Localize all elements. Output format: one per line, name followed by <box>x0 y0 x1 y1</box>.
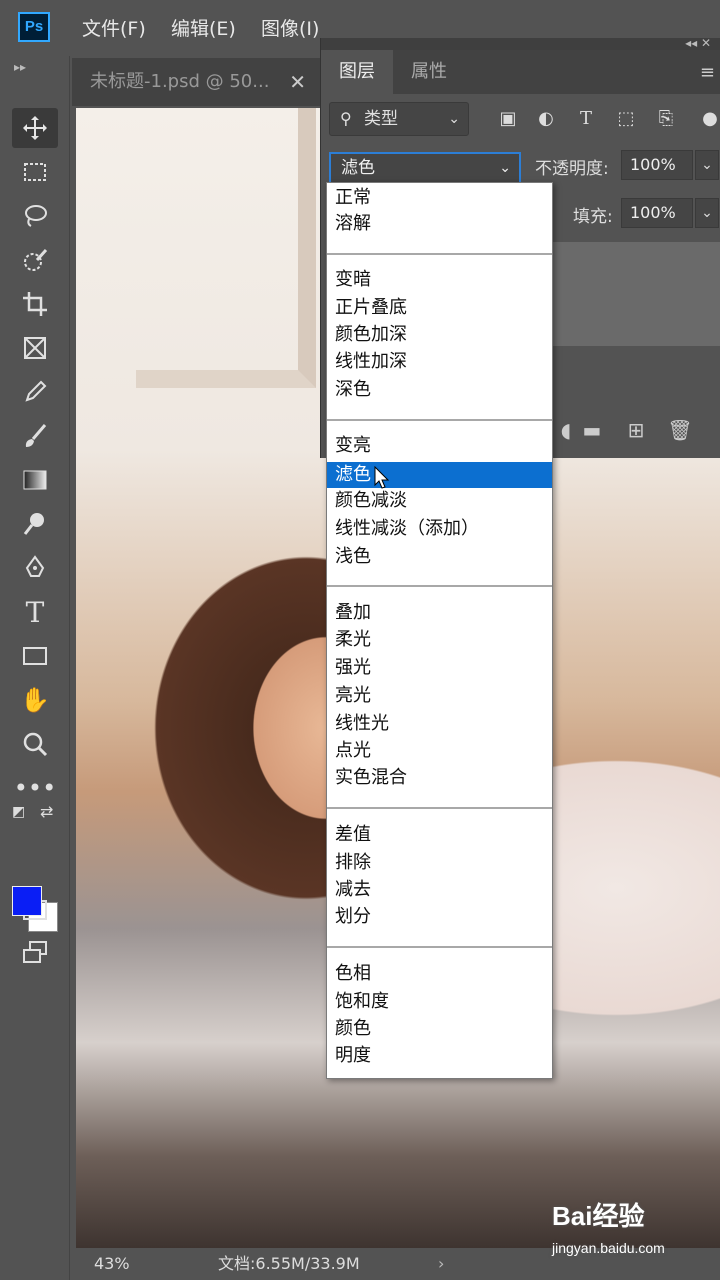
blend-option-luminosity[interactable]: 明度 <box>327 1043 552 1069</box>
dropdown-separator <box>327 419 552 421</box>
eyedropper-icon[interactable] <box>12 372 58 412</box>
tab-properties[interactable]: 属性 <box>393 50 465 94</box>
blend-option-saturation[interactable]: 饱和度 <box>327 989 552 1015</box>
type-icon[interactable]: T <box>12 592 58 632</box>
fill-input[interactable]: 100% <box>621 198 693 228</box>
layer-filter-select[interactable]: ⚲ 类型 ⌄ <box>329 102 469 136</box>
move-icon[interactable] <box>12 108 58 148</box>
marquee-icon[interactable] <box>12 152 58 192</box>
blend-option-linear-burn[interactable]: 线性加深 <box>327 349 552 375</box>
fill-chevron-icon[interactable]: ⌄ <box>695 198 719 228</box>
screen-mode-icon[interactable] <box>12 932 58 972</box>
zoom-icon[interactable] <box>12 724 58 764</box>
tab-layers[interactable]: 图层 <box>321 50 393 94</box>
filter-toggle-icon[interactable]: ● <box>697 108 720 132</box>
blend-option-lighten[interactable]: 变亮 <box>327 433 552 459</box>
menu-edit[interactable]: 编辑(E) <box>171 14 236 41</box>
hand-icon[interactable]: ✋ <box>12 680 58 720</box>
chevron-down-icon: ⌄ <box>448 111 460 127</box>
lasso-icon[interactable] <box>12 196 58 236</box>
image-filter-icon[interactable]: ▣ <box>495 108 521 132</box>
blend-option-soft-light[interactable]: 柔光 <box>327 627 552 653</box>
layer-row[interactable] <box>553 242 720 346</box>
zoom-level[interactable]: 43% <box>94 1248 130 1280</box>
menu-image[interactable]: 图像(I) <box>261 14 319 41</box>
quick-select-icon[interactable] <box>12 240 58 280</box>
dropdown-separator <box>327 253 552 255</box>
default-colors-icon[interactable]: ◩ <box>12 804 25 820</box>
document-tab-title: 未标题-1.psd @ 50... <box>90 71 270 92</box>
document-info: 文档:6.55M/33.9M <box>218 1254 360 1273</box>
panel-title-bar: ◂◂ ✕ <box>321 36 720 50</box>
swap-colors-icon[interactable]: ⇄ <box>40 802 53 821</box>
photo-window-frame <box>136 108 316 388</box>
blend-option-dissolve[interactable]: 溶解 <box>327 211 552 237</box>
menu-file[interactable]: 文件(F) <box>82 14 146 41</box>
opacity-chevron-icon[interactable]: ⌄ <box>695 150 719 180</box>
chevron-right-icon[interactable]: › <box>438 1248 444 1280</box>
folder-icon[interactable]: ▬ <box>579 418 605 444</box>
trash-icon[interactable]: 🗑 <box>667 418 693 444</box>
blend-option-subtract[interactable]: 减去 <box>327 877 552 903</box>
collapse-toolbar-icon[interactable]: ▸▸ <box>14 60 26 74</box>
blend-option-divide[interactable]: 划分 <box>327 904 552 930</box>
type-filter-icon[interactable]: T <box>573 108 599 132</box>
foreground-color-swatch[interactable] <box>12 886 42 916</box>
blend-option-screen[interactable]: 滤色 <box>327 462 552 488</box>
blend-option-multiply[interactable]: 正片叠底 <box>327 295 552 321</box>
blend-option-hard-mix[interactable]: 实色混合 <box>327 765 552 791</box>
layers-footer: ◖ ▬ ⊞ 🗑 <box>553 414 720 450</box>
search-icon: ⚲ <box>340 109 352 128</box>
fill-label: 填充: <box>573 207 613 227</box>
blend-option-difference[interactable]: 差值 <box>327 822 552 848</box>
blend-option-lighter-color[interactable]: 浅色 <box>327 544 552 570</box>
blend-option-exclusion[interactable]: 排除 <box>327 850 552 876</box>
blend-mode-dropdown: 正常 溶解 变暗 正片叠底 颜色加深 线性加深 深色 变亮 滤色 颜色减淡 线性… <box>326 182 553 1079</box>
gradient-icon[interactable] <box>12 460 58 500</box>
blend-option-overlay[interactable]: 叠加 <box>327 600 552 626</box>
blend-option-color-burn[interactable]: 颜色加深 <box>327 322 552 348</box>
close-icon[interactable]: ✕ <box>289 58 306 106</box>
opacity-input[interactable]: 100% <box>621 150 693 180</box>
blend-mode-value: 滤色 <box>341 158 375 178</box>
blend-option-linear-dodge[interactable]: 线性减淡（添加） <box>327 516 552 542</box>
new-layer-icon[interactable]: ⊞ <box>623 418 649 444</box>
blend-option-color[interactable]: 颜色 <box>327 1016 552 1042</box>
brush-icon[interactable] <box>12 416 58 456</box>
chevron-down-icon: ⌄ <box>499 160 511 176</box>
blend-option-darken[interactable]: 变暗 <box>327 267 552 293</box>
crop-icon[interactable] <box>12 284 58 324</box>
smart-object-filter-icon[interactable]: ⎘ <box>653 108 679 132</box>
frame-icon[interactable] <box>12 328 58 368</box>
blend-option-hue[interactable]: 色相 <box>327 961 552 987</box>
document-tab[interactable]: 未标题-1.psd @ 50... ✕ <box>72 58 320 106</box>
blend-option-hard-light[interactable]: 强光 <box>327 655 552 681</box>
mouse-cursor-icon <box>374 466 390 489</box>
dropdown-separator <box>327 946 552 948</box>
blend-option-normal[interactable]: 正常 <box>327 185 552 211</box>
dodge-icon[interactable] <box>12 504 58 544</box>
filter-type-label: 类型 <box>364 109 398 129</box>
blend-mode-select[interactable]: 滤色 ⌄ <box>329 152 521 184</box>
watermark-url: jingyan.baidu.com <box>552 1240 665 1256</box>
blend-option-pin-light[interactable]: 点光 <box>327 738 552 764</box>
dropdown-separator <box>327 807 552 809</box>
panel-tabs: 图层 属性 ≡ <box>321 50 720 94</box>
dropdown-separator <box>327 585 552 587</box>
adjustment-filter-icon[interactable]: ◐ <box>533 108 559 132</box>
blend-option-vivid-light[interactable]: 亮光 <box>327 683 552 709</box>
blend-option-linear-light[interactable]: 线性光 <box>327 711 552 737</box>
blend-option-darker-color[interactable]: 深色 <box>327 377 552 403</box>
shape-filter-icon[interactable]: ⬚ <box>613 108 639 132</box>
watermark-logo: Bai经验 <box>552 1201 645 1231</box>
pen-icon[interactable] <box>12 548 58 588</box>
opacity-label: 不透明度: <box>535 159 609 179</box>
panel-menu-icon[interactable]: ≡ <box>700 62 715 83</box>
mask-icon[interactable]: ◖ <box>553 418 579 444</box>
collapse-panel-icon[interactable]: ◂◂ ✕ <box>685 36 711 50</box>
rectangle-icon[interactable] <box>12 636 58 676</box>
photoshop-logo: Ps <box>18 12 50 42</box>
tools-panel: ▸▸ T ✋ ••• ◩ ⇄ <box>0 56 70 1280</box>
blend-option-color-dodge[interactable]: 颜色减淡 <box>327 488 552 514</box>
